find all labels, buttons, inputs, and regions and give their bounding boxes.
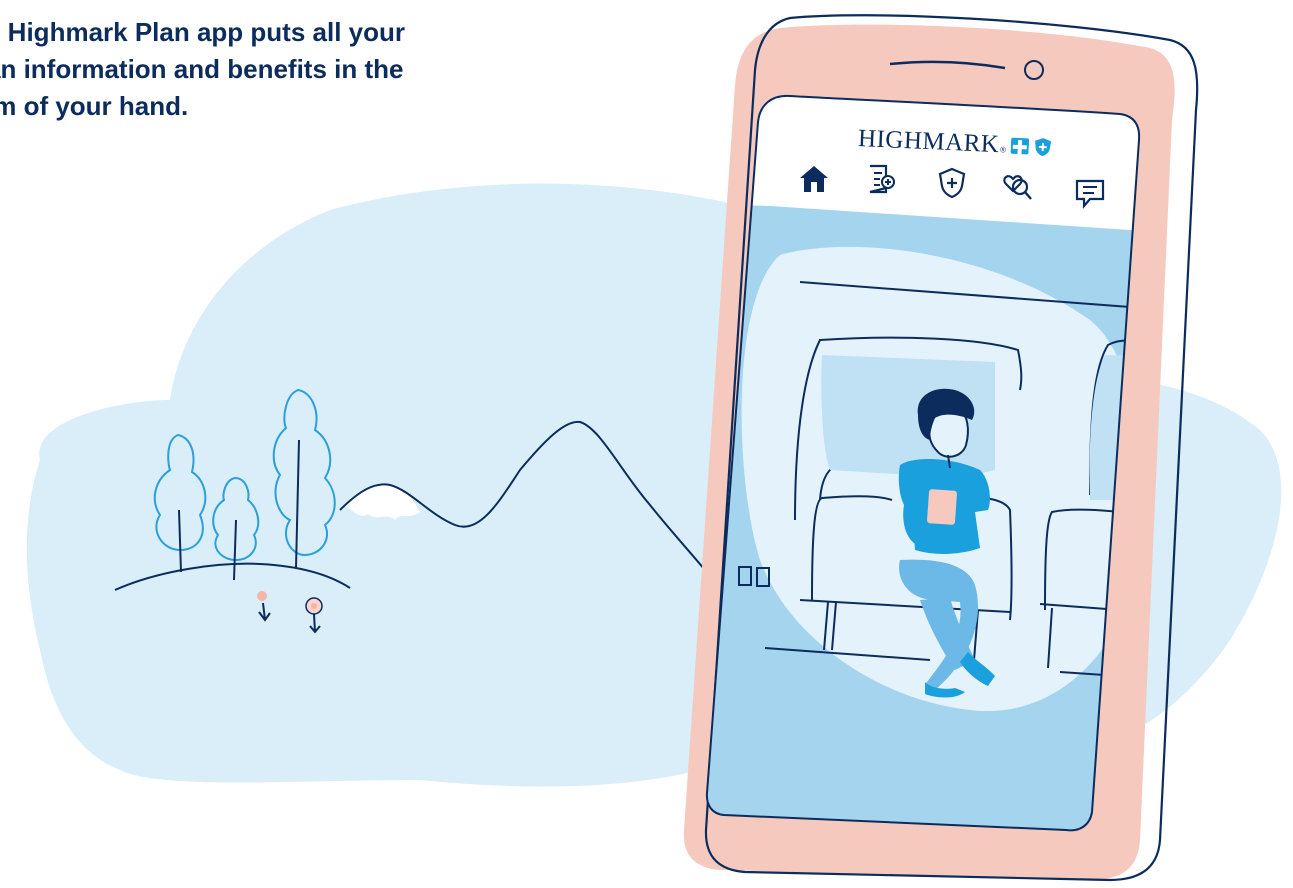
find-care-search-icon[interactable] (1000, 170, 1036, 204)
brand-name: HIGHMARK (857, 125, 1000, 159)
home-icon[interactable] (796, 162, 832, 196)
brand-registered-mark: ® (999, 145, 1007, 155)
claims-document-icon[interactable] (862, 162, 898, 196)
messages-chat-icon[interactable] (1072, 176, 1108, 210)
blue-shield-icon (1035, 138, 1052, 157)
coverage-shield-icon[interactable] (934, 166, 970, 200)
blue-cross-icon (1010, 137, 1030, 155)
illustration (26, 14, 1282, 882)
